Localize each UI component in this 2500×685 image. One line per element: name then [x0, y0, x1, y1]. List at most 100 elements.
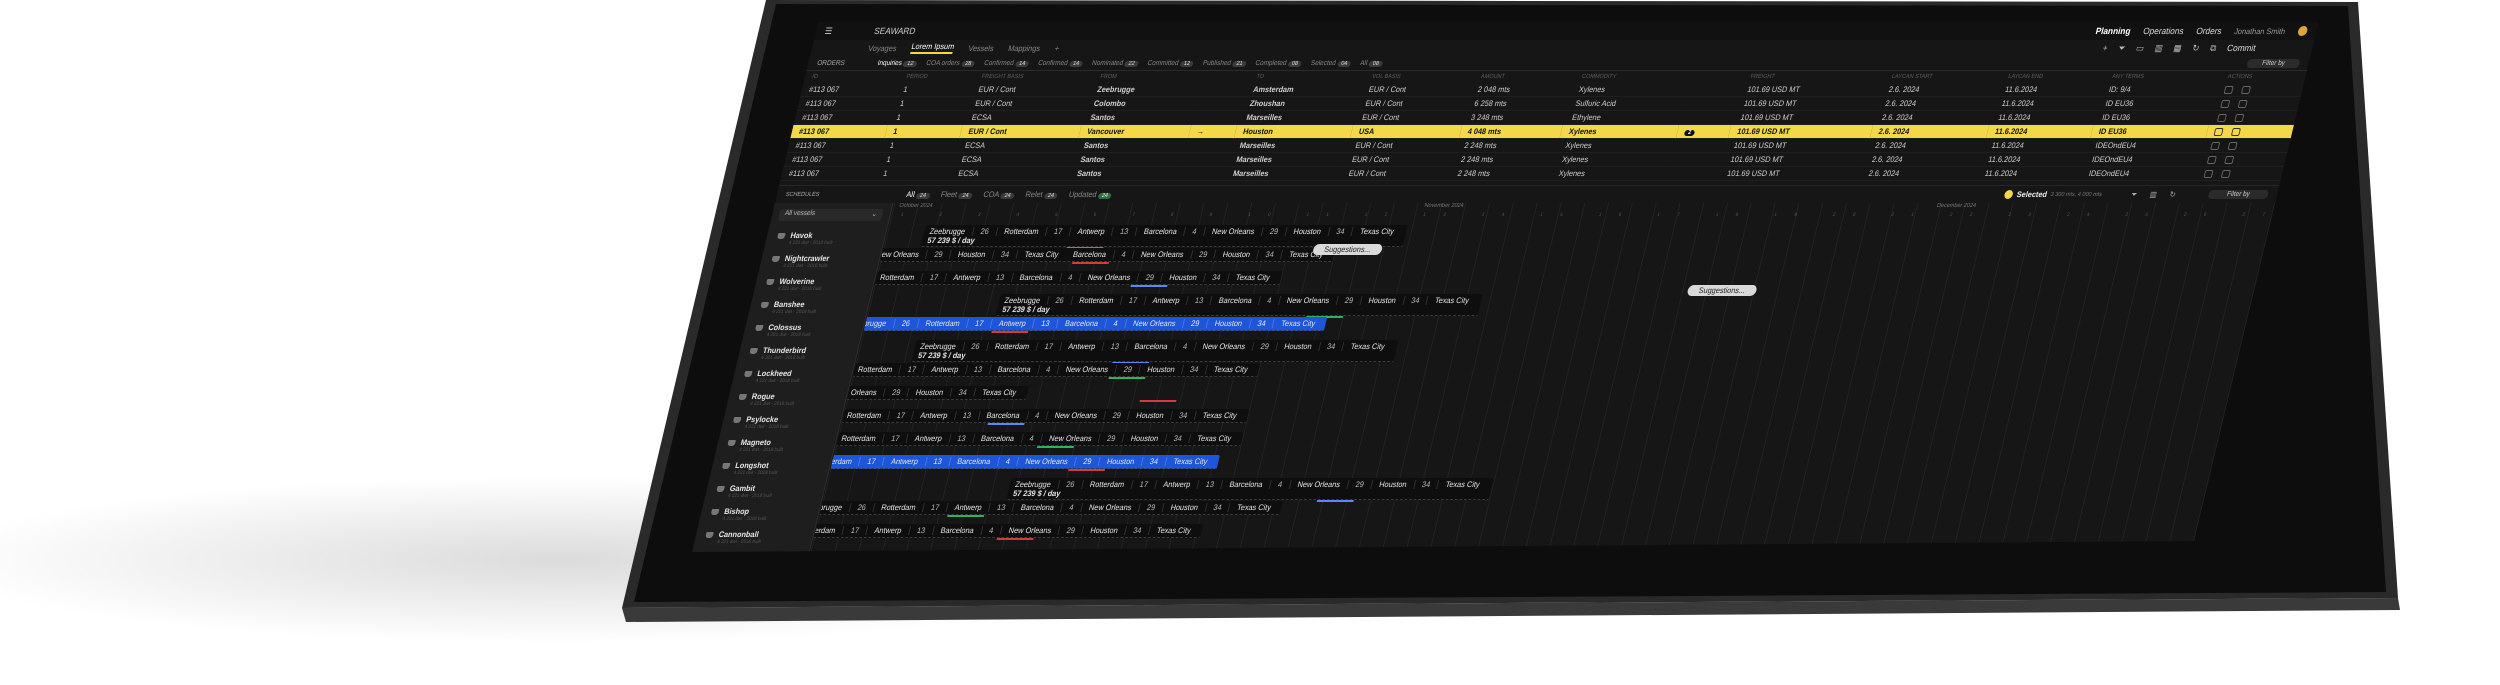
- edit-icon[interactable]: [2207, 155, 2218, 164]
- duplicate-icon[interactable]: [2241, 85, 2252, 94]
- vessel-row[interactable]: Bishop 4 221 dwt - 2018 built: [697, 503, 821, 526]
- filter-by-select[interactable]: Filter by: [2246, 58, 2301, 68]
- vessel-filter-select[interactable]: All vessels ⌄: [777, 209, 884, 221]
- vessel-row[interactable]: Banshee 4 221 dwt - 2018 built: [747, 296, 871, 319]
- refresh-icon[interactable]: ↻: [2191, 43, 2200, 54]
- vessel-row[interactable]: Colossus 4 221 dwt - 2018 built: [741, 319, 865, 342]
- vessel-row[interactable]: Rogue 4 221 dwt - 2018 built: [725, 388, 849, 411]
- voyage-bar[interactable]: Rotterdam 17 Antwerp 13 Barcelona 4 New Orlean…: [852, 363, 1261, 377]
- user-name[interactable]: Jonathan Smith: [2233, 27, 2286, 36]
- voyage-bar[interactable]: Rotterdam 17 Antwerp 13 Barcelona 4 New Orlean…: [795, 524, 1204, 538]
- chart-icon[interactable]: ▥: [2154, 43, 2164, 54]
- sched-tab-relet[interactable]: Relet 24: [1024, 190, 1059, 199]
- schedule-filter-select[interactable]: Filter by: [2207, 190, 2270, 199]
- table-row[interactable]: #113 067 1 EUR / Cont Colombo Zhoushan EUR / …: [796, 96, 2301, 111]
- vessel-row[interactable]: Wolverine 4 221 dwt - 2018 built: [752, 273, 876, 296]
- vessel-row[interactable]: Thunderbird 4 221 dwt - 2018 built: [736, 342, 860, 365]
- tab-vessels[interactable]: Vessels: [968, 44, 995, 53]
- bars-icon[interactable]: ▥: [2149, 190, 2158, 200]
- edit-icon[interactable]: [2217, 113, 2228, 122]
- duplicate-icon[interactable]: [2237, 99, 2249, 108]
- edit-icon[interactable]: [2210, 141, 2221, 150]
- column-header[interactable]: PERIOD: [898, 71, 976, 83]
- duplicate-icon[interactable]: [2221, 169, 2232, 178]
- tab-lorem-ipsum[interactable]: Lorem Ipsum: [909, 42, 956, 54]
- tab-confirmed-2[interactable]: Confirmed 14: [1037, 60, 1084, 67]
- sched-tab-all[interactable]: All 24: [905, 190, 931, 199]
- column-header[interactable]: VOL BASIS: [1363, 71, 1475, 83]
- table-row[interactable]: #113 067 1 ECSA Santos Marseilles EUR / Cont 2…: [786, 138, 2291, 153]
- voyage-bar[interactable]: Rotterdam 17 Antwerp 13 Barcelona 4 New Orlean…: [812, 455, 1220, 469]
- duplicate-icon[interactable]: [2227, 141, 2238, 150]
- suggestions-button[interactable]: Suggestions...: [1311, 244, 1383, 255]
- table-row[interactable]: #113 067 1 ECSA Santos Marseilles EUR / Cont 2…: [779, 166, 2284, 181]
- voyage-bar[interactable]: Zeebrugge 26 Rotterdam 17 Antwerp 13 Barcelona…: [845, 317, 1328, 331]
- vessel-row[interactable]: Psylocke 4 221 dwt - 2018 built: [719, 411, 843, 434]
- duplicate-icon[interactable]: [2231, 127, 2242, 136]
- voyage-bar[interactable]: Zeebrugge 26 Rotterdam 17 Antwerp 13 Barcelona…: [1006, 478, 1494, 500]
- voyage-bar[interactable]: New Orleans 29 Houston 34 Texas City: [828, 386, 1029, 400]
- tab-committed[interactable]: Committed 12: [1147, 60, 1195, 67]
- tab-published[interactable]: Published 21: [1202, 60, 1247, 67]
- vessel-row[interactable]: Magneto 4 221 dwt - 2018 built: [714, 434, 838, 457]
- column-header[interactable]: FREIGHT BASIS: [973, 71, 1095, 83]
- column-header[interactable]: FREIGHT: [1742, 71, 1886, 83]
- table-row[interactable]: #113 067 1 EUR / Cont Vancouver → Houston USA 4…: [790, 124, 2294, 139]
- column-header[interactable]: AMOUNT: [1472, 71, 1576, 83]
- tab-voyages[interactable]: Voyages: [867, 44, 897, 53]
- vessel-row[interactable]: Havok 4 221 dwt - 2018 built: [763, 227, 887, 250]
- nav-operations[interactable]: Operations: [2142, 26, 2185, 36]
- edit-icon[interactable]: [2213, 127, 2224, 136]
- column-header[interactable]: LAYCAN START: [1883, 71, 2002, 83]
- vessel-row[interactable]: Cannonball 4 221 dwt - 2018 built: [692, 526, 815, 549]
- voyage-bar[interactable]: Rotterdam 17 Antwerp 13 Barcelona 4 New Orlean…: [836, 432, 1244, 446]
- copy-icon[interactable]: ⧉: [2209, 43, 2217, 54]
- table-row[interactable]: #113 067 1 ECSA Santos Marseilles EUR / Cont 2…: [783, 152, 2288, 167]
- sched-tab-coa[interactable]: COA 24: [982, 190, 1015, 199]
- grid-icon[interactable]: ▦: [2172, 43, 2183, 54]
- suggestions-button[interactable]: Suggestions...: [1686, 285, 1758, 296]
- column-header[interactable]: [1201, 71, 1250, 83]
- vessel-row[interactable]: Longshot 4 221 dwt - 2018 built: [708, 457, 832, 480]
- avatar[interactable]: [2296, 26, 2309, 36]
- voyage-bar[interactable]: Rotterdam 17 Antwerp 13 Barcelona 4 New Orlean…: [874, 271, 1283, 285]
- inbox-icon[interactable]: ▭: [2135, 43, 2145, 54]
- tab-selected[interactable]: Selected 04: [1310, 60, 1352, 67]
- column-header[interactable]: ID: [803, 71, 900, 83]
- column-header[interactable]: FROM: [1092, 71, 1205, 83]
- table-row[interactable]: #113 067 1 EUR / Cont Zeebrugge Amsterdam EUR…: [800, 83, 2304, 97]
- vessel-row[interactable]: Lockheed 4 221 dwt - 2018 built: [730, 365, 854, 388]
- funnel-icon[interactable]: ⏷: [2130, 190, 2138, 200]
- sched-tab-fleet[interactable]: Fleet 24: [940, 190, 974, 199]
- vessel-row[interactable]: Gambit 4 221 dwt - 2018 built: [703, 480, 827, 503]
- tab-inquiries[interactable]: Inquiries 12: [877, 60, 918, 67]
- tab-coa-orders[interactable]: COA orders 28: [925, 60, 976, 67]
- voyage-bar[interactable]: Zeebrugge 26 Rotterdam 17 Antwerp 13 Barcelona…: [995, 294, 1484, 316]
- menu-icon[interactable]: ☰: [824, 26, 863, 37]
- voyage-bar[interactable]: Zeebrugge 26 Rotterdam 17 Antwerp 13 Barcelona…: [801, 501, 1284, 515]
- column-header[interactable]: TO: [1248, 71, 1367, 83]
- edit-icon[interactable]: [2223, 85, 2234, 94]
- sched-tab-updated[interactable]: Updated 24: [1068, 190, 1113, 199]
- tab-confirmed[interactable]: Confirmed 14: [983, 60, 1030, 67]
- voyage-bar[interactable]: Rotterdam 17 Antwerp 13 Barcelona 4 New Orlean…: [841, 409, 1250, 423]
- column-header[interactable]: [1689, 71, 1745, 83]
- column-header[interactable]: COMMODITY: [1573, 71, 1692, 83]
- edit-icon[interactable]: [2220, 99, 2231, 108]
- nav-orders[interactable]: Orders: [2195, 26, 2223, 36]
- column-header[interactable]: ANY TERMS: [2103, 71, 2222, 83]
- commit-select[interactable]: Commit: [2226, 43, 2257, 54]
- add-icon[interactable]: +: [2102, 43, 2109, 54]
- edit-icon[interactable]: [2203, 169, 2214, 178]
- duplicate-icon[interactable]: [2234, 113, 2245, 122]
- vessel-row[interactable]: Nightcrawler 4 221 dwt - 2018 built: [758, 250, 882, 273]
- tab-completed[interactable]: Completed 08: [1255, 60, 1303, 67]
- tab-nominated[interactable]: Nominated 22: [1091, 60, 1140, 67]
- filter-icon[interactable]: ⏷: [2117, 43, 2127, 54]
- sync-icon[interactable]: ↻: [2168, 190, 2177, 200]
- tab-all[interactable]: All 08: [1359, 60, 1384, 67]
- nav-planning[interactable]: Planning: [2095, 26, 2132, 36]
- tab-mappings[interactable]: Mappings: [1007, 44, 1041, 53]
- column-header[interactable]: ACTIONS: [2219, 71, 2307, 83]
- voyage-bar[interactable]: New Orleans 29 Houston 34 Texas City Barcelon…: [871, 248, 1336, 262]
